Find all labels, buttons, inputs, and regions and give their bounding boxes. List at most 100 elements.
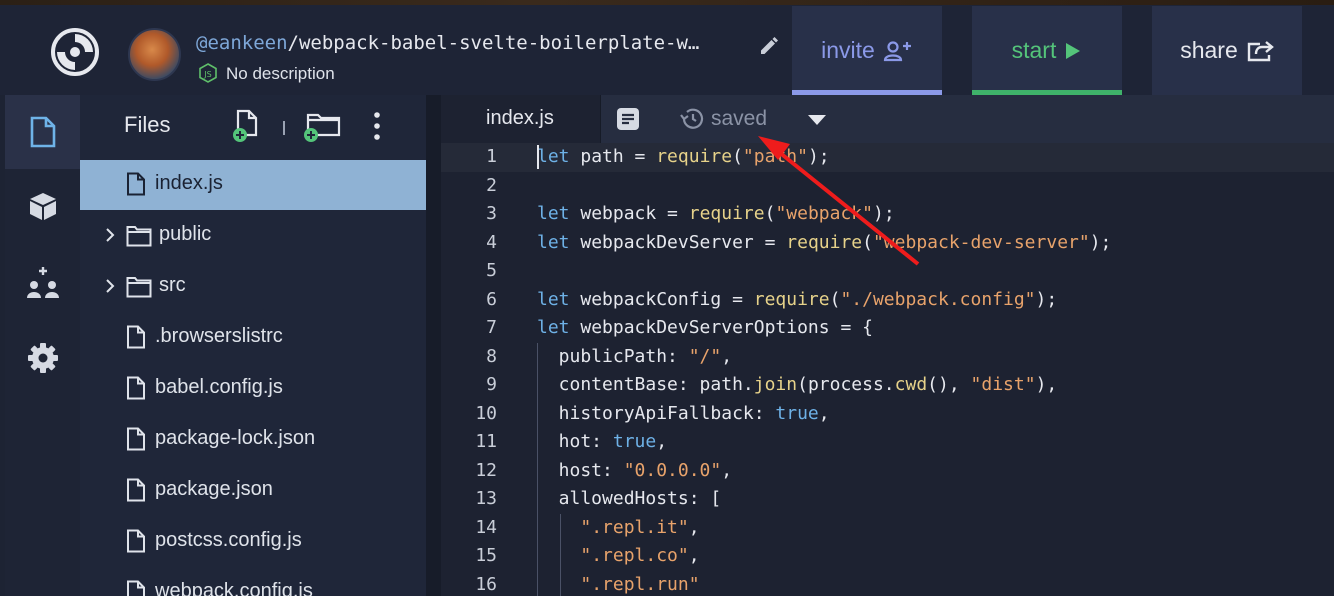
file-icon	[127, 580, 145, 596]
code-token: ".repl.it"	[580, 516, 689, 538]
file-item-webpack-config[interactable]: webpack.config.js	[80, 568, 426, 596]
line-number: 9	[486, 374, 497, 395]
code-line[interactable]: 1 let path = require("path");	[441, 143, 1334, 172]
new-file-icon[interactable]	[232, 109, 264, 143]
file-name: .browserslistrc	[155, 325, 283, 347]
panel-resize-handle[interactable]	[426, 95, 441, 596]
file-item-postcss-config[interactable]: postcss.config.js	[80, 517, 426, 567]
repo-name[interactable]: webpack-babel-svelte-boilerplate-w…	[299, 32, 699, 54]
line-number: 1	[486, 146, 497, 167]
more-options-icon[interactable]	[370, 111, 384, 141]
file-item-package-lock[interactable]: package-lock.json	[80, 415, 426, 465]
folder-name: src	[159, 274, 186, 296]
file-item-browserslistrc[interactable]: .browserslistrc	[80, 313, 426, 363]
code-token: (process.	[797, 374, 895, 395]
code-token: ".repl.run"	[580, 573, 700, 595]
code-token: ".repl.co"	[580, 545, 689, 566]
code-line[interactable]: 13 allowedHosts: [	[441, 485, 1334, 514]
code-line[interactable]: 9 contentBase: path.join(process.cwd(), …	[441, 371, 1334, 400]
file-item-package-json[interactable]: package.json	[80, 466, 426, 516]
code-token: webpackDevServerOptions = {	[569, 317, 873, 338]
code-line[interactable]: 2	[441, 172, 1334, 201]
multiplayer-icon	[26, 267, 59, 298]
chevron-right-icon[interactable]	[104, 277, 116, 295]
file-item-babel-config[interactable]: babel.config.js	[80, 364, 426, 414]
history-icon[interactable]	[679, 107, 705, 131]
code-line[interactable]: 12 host: "0.0.0.0",	[441, 456, 1334, 485]
new-folder-icon[interactable]	[302, 109, 342, 143]
code-token: "path"	[742, 146, 808, 167]
save-status[interactable]: saved	[711, 107, 767, 131]
code-line[interactable]: 7 let webpackDevServerOptions = {	[441, 314, 1334, 343]
file-name: package-lock.json	[155, 427, 316, 449]
share-button[interactable]: share	[1152, 6, 1302, 95]
file-icon	[127, 325, 145, 349]
code-token: host:	[537, 459, 624, 481]
code-token: hot:	[537, 431, 613, 452]
line-number: 6	[486, 288, 497, 310]
repo-title[interactable]: @eankeen/webpack-babel-svelte-boilerplat…	[196, 32, 699, 54]
repo-owner[interactable]: @eankeen	[196, 32, 288, 54]
rail-multiplayer[interactable]	[5, 246, 80, 320]
code-line[interactable]: 15 ".repl.co",	[441, 542, 1334, 571]
code-token: let	[537, 203, 570, 224]
code-token: ,	[688, 516, 700, 538]
code-token: require	[656, 146, 733, 167]
code-text: let webpackDevServer = require("webpack-…	[537, 232, 1111, 253]
tab-index-js[interactable]: index.js	[441, 95, 601, 143]
folder-icon	[126, 226, 152, 247]
code-line[interactable]: 6 let webpackConfig = require("./webpack.…	[441, 286, 1334, 315]
code-token: let	[537, 231, 570, 253]
code-line[interactable]: 14 ".repl.it",	[441, 513, 1334, 542]
code-line[interactable]: 3 let webpack = require("webpack");	[441, 200, 1334, 229]
code-token: "webpack-dev-server"	[872, 231, 1090, 253]
start-label: start	[1011, 37, 1057, 63]
pencil-icon[interactable]	[758, 33, 782, 57]
code-token: webpack =	[569, 203, 689, 224]
line-number: 11	[475, 431, 497, 452]
chevron-down-icon[interactable]	[807, 114, 827, 126]
code-token: (),	[927, 374, 971, 395]
folder-item-src[interactable]: src	[80, 262, 426, 312]
replit-logo-icon[interactable]	[50, 27, 100, 77]
files-header: Files	[80, 95, 426, 159]
code-text: let path = require("path");	[537, 146, 830, 167]
rail-settings[interactable]	[5, 321, 80, 395]
code-line[interactable]: 8 publicPath: "/",	[441, 342, 1334, 371]
folder-icon	[126, 277, 152, 298]
folder-item-public[interactable]: public	[80, 211, 426, 261]
rail-files[interactable]	[5, 95, 80, 169]
file-icon	[127, 427, 145, 451]
code-token: true	[612, 431, 657, 452]
text-cursor	[537, 145, 539, 169]
avatar[interactable]	[128, 28, 181, 81]
invite-button[interactable]: invite	[792, 6, 942, 95]
code-text: let webpack = require("webpack");	[537, 203, 895, 224]
code-line[interactable]: 11 hot: true,	[441, 428, 1334, 457]
chevron-right-icon[interactable]	[104, 226, 116, 244]
start-button[interactable]: start	[972, 6, 1122, 95]
code-token: contentBase: path.	[537, 374, 754, 395]
line-number: 15	[475, 545, 497, 566]
rail-packages[interactable]	[5, 169, 80, 243]
code-line[interactable]: 5	[441, 257, 1334, 286]
line-number: 7	[486, 317, 497, 338]
code-token: (	[764, 203, 776, 224]
file-icon	[127, 529, 145, 553]
code-line[interactable]: 10 historyApiFallback: true,	[441, 399, 1334, 428]
code-line[interactable]: 4 let webpackDevServer = require("webpack…	[441, 229, 1334, 258]
file-icon	[127, 478, 145, 502]
repo-description[interactable]: No description	[226, 64, 335, 84]
code-token: true	[775, 402, 819, 424]
code-text: let webpackDevServerOptions = {	[537, 317, 873, 338]
code-editor: index.js saved 1 let path = require("path…	[441, 95, 1334, 596]
code-token: require	[688, 203, 765, 224]
line-number: 4	[486, 231, 497, 253]
code-line[interactable]: 16 ".repl.run"	[441, 570, 1334, 596]
file-item-index-js[interactable]: index.js	[80, 160, 426, 210]
nodejs-icon: JS	[199, 63, 217, 83]
repo-separator: /	[287, 32, 299, 54]
format-icon[interactable]	[616, 107, 640, 131]
code-token: "dist"	[970, 374, 1036, 395]
